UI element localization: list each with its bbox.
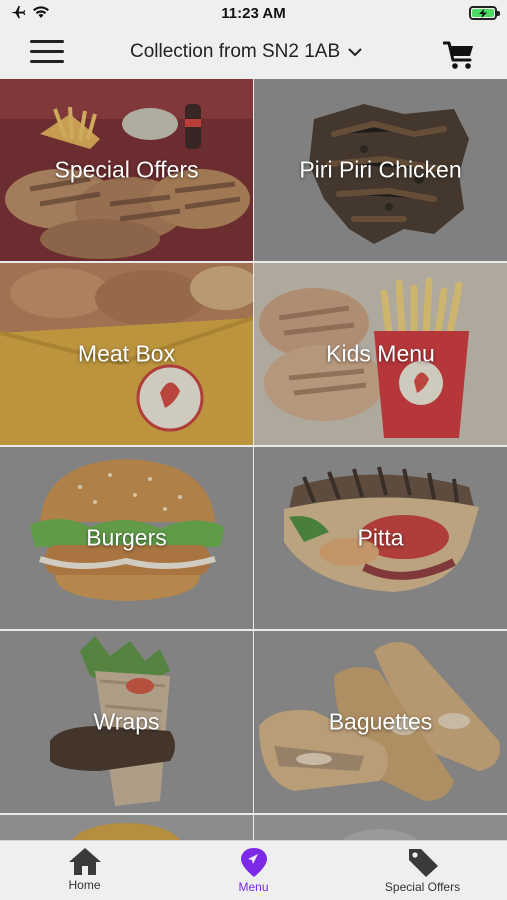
tile-label: Pitta — [357, 524, 404, 551]
cart-button[interactable] — [442, 40, 475, 75]
menu-tile-special-offers[interactable]: Special Offers — [0, 79, 253, 261]
hamburger-line — [30, 60, 64, 63]
hamburger-menu-button[interactable] — [30, 40, 64, 66]
collection-label: Collection from SN2 1AB — [130, 41, 341, 62]
hamburger-line — [30, 50, 64, 53]
menu-tile-meat-box[interactable]: Meat Box — [0, 263, 253, 445]
charging-bolt-icon — [479, 8, 487, 18]
tab-home[interactable]: Home — [0, 841, 169, 900]
partial-tile-image — [254, 815, 507, 840]
tab-menu[interactable]: Menu — [169, 841, 338, 900]
menu-tile-baguettes[interactable]: Baguettes — [254, 631, 507, 813]
menu-tile-burgers[interactable]: Burgers — [0, 447, 253, 629]
tile-label: Wraps — [93, 708, 160, 735]
battery-icon — [469, 6, 500, 20]
tab-special-offers-label: Special Offers — [384, 880, 461, 894]
menu-category-grid: Special Offers Piri Piri Chicken Meat Bo… — [0, 79, 507, 840]
tab-menu-label: Menu — [238, 880, 269, 894]
shopping-cart-icon — [442, 41, 473, 69]
tile-label: Burgers — [86, 524, 167, 551]
home-icon — [68, 848, 101, 875]
tile-label: Baguettes — [328, 708, 433, 735]
tile-label: Meat Box — [77, 340, 176, 367]
status-time: 11:23 AM — [221, 5, 286, 22]
menu-tile-partial-right[interactable] — [254, 815, 507, 840]
location-pin-icon — [240, 848, 267, 877]
battery-fill — [472, 8, 494, 18]
chevron-down-icon — [348, 48, 362, 56]
menu-tile-piri-piri-chicken[interactable]: Piri Piri Chicken — [254, 79, 507, 261]
partial-tile-image — [0, 815, 253, 840]
tile-label: Kids Menu — [326, 340, 435, 367]
app-header: Collection from SN2 1AB — [0, 28, 507, 79]
collection-selector[interactable]: Collection from SN2 1AB — [130, 41, 362, 63]
tab-home-label: Home — [68, 878, 101, 892]
tile-label: Piri Piri Chicken — [299, 156, 462, 183]
hamburger-line — [30, 40, 64, 43]
status-bar: 11:23 AM — [0, 0, 507, 28]
tag-icon — [408, 849, 438, 877]
menu-tile-partial-left[interactable] — [0, 815, 253, 840]
menu-tile-pitta[interactable]: Pitta — [254, 447, 507, 629]
tile-label: Special Offers — [54, 156, 199, 183]
tab-special-offers[interactable]: Special Offers — [338, 841, 507, 900]
menu-tile-wraps[interactable]: Wraps — [0, 631, 253, 813]
menu-tile-kids-menu[interactable]: Kids Menu — [254, 263, 507, 445]
bottom-tab-bar: Home Menu Special Offers — [0, 840, 507, 900]
